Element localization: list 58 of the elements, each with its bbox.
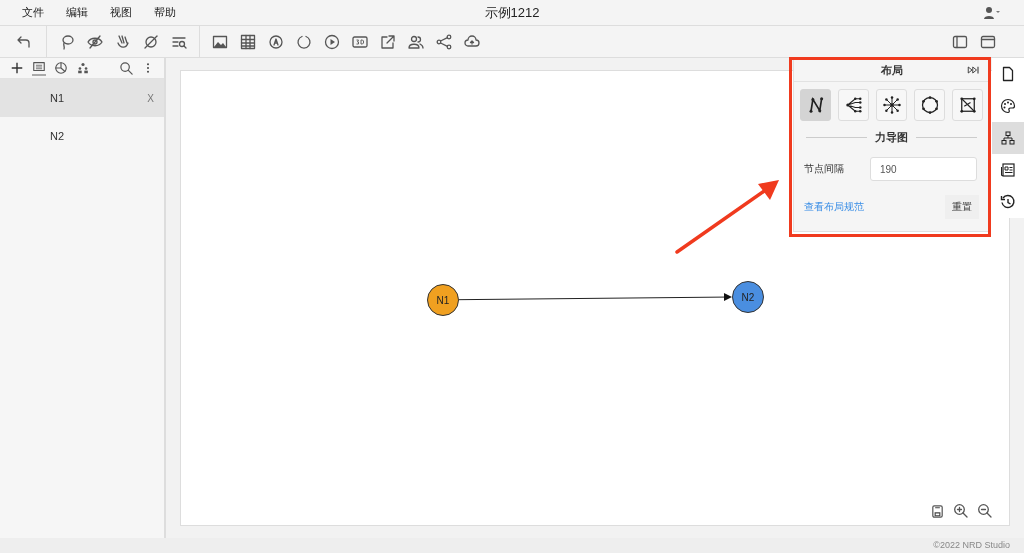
node-name: N1 <box>50 92 66 104</box>
palette-icon[interactable] <box>1000 98 1016 114</box>
no-entry-icon[interactable] <box>143 33 159 50</box>
add-icon[interactable] <box>10 61 24 75</box>
lasso-icon[interactable] <box>59 33 75 50</box>
circled-letter-icon[interactable] <box>268 33 284 50</box>
spacing-input[interactable]: 190 <box>870 157 977 181</box>
hand-icon[interactable] <box>115 33 131 50</box>
news-icon[interactable] <box>1000 162 1016 178</box>
reset-button[interactable]: 重置 <box>945 195 979 219</box>
table-icon[interactable] <box>240 33 256 50</box>
window-title: 示例1212 <box>483 3 541 22</box>
tree-layout-icon[interactable] <box>843 95 864 115</box>
section-title: 力导图 <box>875 130 908 145</box>
share-icon[interactable] <box>436 33 452 50</box>
radial-layout-icon[interactable] <box>881 95 902 115</box>
circular-layout-button[interactable] <box>914 89 945 121</box>
node-list-item[interactable]: N1 X <box>0 79 164 117</box>
history-icon[interactable] <box>1000 194 1016 210</box>
node-list-item[interactable]: N2 <box>0 117 164 155</box>
cloud-upload-icon[interactable] <box>464 33 480 50</box>
grid-layout-icon[interactable] <box>957 95 978 115</box>
radial-layout-button[interactable] <box>876 89 907 121</box>
close-button[interactable]: X <box>147 92 154 104</box>
user-menu-icon[interactable] <box>982 4 1002 21</box>
collapse-panel-icon[interactable] <box>966 64 981 76</box>
3d-icon[interactable] <box>352 33 368 50</box>
refresh-icon[interactable] <box>296 33 312 50</box>
play-icon[interactable] <box>324 33 340 50</box>
field-label: 节点间隔 <box>804 162 845 176</box>
image-icon[interactable] <box>212 33 228 50</box>
hierarchy-icon[interactable] <box>76 61 90 75</box>
tree-layout-button[interactable] <box>838 89 869 121</box>
menu-item[interactable]: 视图 <box>110 5 132 20</box>
zoom-out-icon[interactable] <box>977 503 993 519</box>
zoom-in-icon[interactable] <box>953 503 969 519</box>
copyright-text: ©2022 NRD Studio <box>0 538 1024 553</box>
graph-node[interactable]: N2 <box>732 281 764 313</box>
document-icon[interactable] <box>1000 66 1016 82</box>
left-panel-toggle-icon[interactable] <box>952 33 968 50</box>
menu-item[interactable]: 帮助 <box>154 5 176 20</box>
hierarchy-tab[interactable] <box>992 122 1024 154</box>
hidden-eye-icon[interactable] <box>87 33 103 50</box>
node-name: N2 <box>50 130 66 142</box>
force-layout-button[interactable] <box>800 89 831 121</box>
hierarchy-icon[interactable] <box>1000 130 1016 146</box>
pie-chart-icon[interactable] <box>54 61 68 75</box>
save-icon[interactable] <box>930 503 945 519</box>
circular-layout-icon[interactable] <box>919 95 940 115</box>
list-card-icon[interactable] <box>32 60 46 76</box>
users-icon[interactable] <box>408 33 424 50</box>
top-panel-toggle-icon[interactable] <box>980 33 996 50</box>
graph-node[interactable]: N1 <box>427 284 459 316</box>
grid-layout-button[interactable] <box>952 89 983 121</box>
export-icon[interactable] <box>380 33 396 50</box>
menu-item[interactable]: 文件 <box>22 5 44 20</box>
search-icon[interactable] <box>119 60 134 76</box>
menu-item[interactable]: 编辑 <box>66 5 88 20</box>
